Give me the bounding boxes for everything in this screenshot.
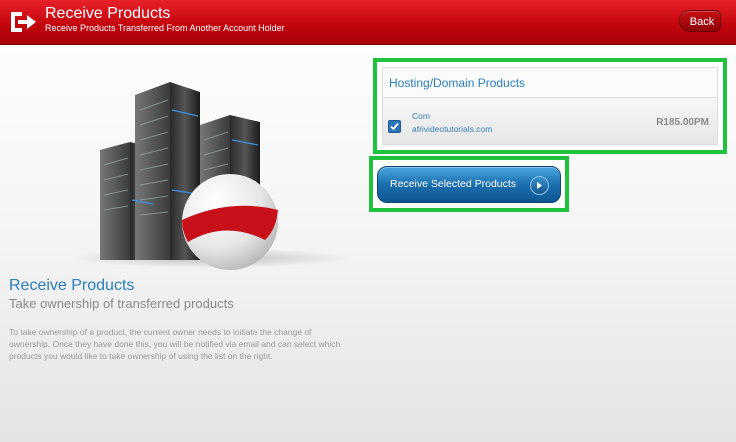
page-title: Receive Products — [45, 5, 171, 22]
receive-selected-products-button[interactable]: Receive Selected Products — [377, 166, 561, 203]
products-panel-title: Hosting/Domain Products — [389, 76, 526, 90]
product-checkbox[interactable] — [388, 120, 401, 133]
page-subtitle: Receive Products Transferred From Anothe… — [45, 23, 285, 33]
exit-arrow-icon — [11, 12, 36, 32]
product-type: Com — [412, 111, 430, 121]
receive-button-highlight: Receive Selected Products — [369, 156, 569, 212]
back-button[interactable]: Back — [679, 10, 721, 32]
section-subtitle: Take ownership of transferred products — [9, 296, 234, 311]
arrow-right-icon — [530, 176, 549, 195]
section-title: Receive Products — [9, 277, 135, 294]
product-price: R185.00PM — [656, 117, 709, 128]
server-tower-illustration — [70, 82, 350, 270]
header-bar: Receive Products Receive Products Transf… — [0, 0, 736, 45]
product-row[interactable]: Com afrivideotutorials.com R185.00PM — [383, 98, 717, 144]
products-panel-highlight: Hosting/Domain Products Com afrivideotut… — [373, 58, 727, 154]
section-description: To take ownership of a product, the curr… — [9, 327, 341, 361]
products-panel: Hosting/Domain Products Com afrivideotut… — [382, 67, 718, 145]
checkmark-icon — [390, 122, 399, 131]
product-domain: afrivideotutorials.com — [412, 124, 493, 134]
receive-button-label: Receive Selected Products — [390, 178, 517, 190]
